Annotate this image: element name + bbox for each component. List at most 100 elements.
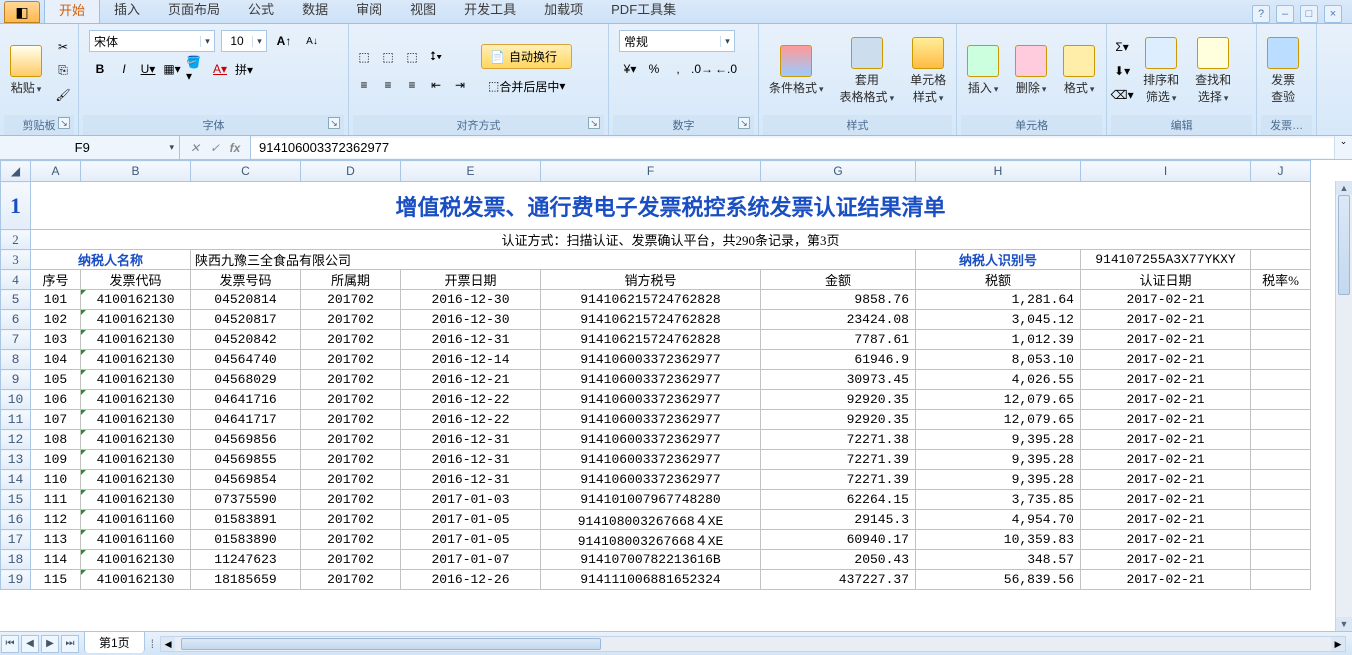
cell[interactable]: 914106215724762828 (541, 310, 761, 330)
ribbon-tab[interactable]: 数据 (288, 0, 342, 23)
copy-icon[interactable]: ⎘ (52, 60, 74, 82)
ribbon-tab[interactable]: 开始 (44, 0, 100, 23)
ribbon-tab[interactable]: 审阅 (342, 0, 396, 23)
align-middle-icon[interactable]: ⬚ (377, 46, 399, 68)
cell[interactable]: 201702 (301, 450, 401, 470)
cell[interactable] (1251, 410, 1311, 430)
cell[interactable]: 04569855 (191, 450, 301, 470)
cancel-formula-icon[interactable]: ✕ (186, 141, 204, 155)
column-header[interactable]: F (541, 161, 761, 182)
cell[interactable]: 4100162130 (81, 390, 191, 410)
cell[interactable] (1251, 290, 1311, 310)
cell[interactable]: 2016-12-21 (401, 370, 541, 390)
underline-icon[interactable]: U▾ (137, 58, 159, 80)
cell[interactable]: 2017-02-21 (1081, 370, 1251, 390)
vertical-scrollbar[interactable]: ▲ ▼ (1335, 181, 1352, 631)
cell[interactable]: 201702 (301, 290, 401, 310)
cell[interactable]: 04568029 (191, 370, 301, 390)
row-header[interactable]: 6 (1, 310, 31, 330)
cell[interactable]: 914111006881652324 (541, 570, 761, 590)
cell[interactable]: 30973.45 (761, 370, 916, 390)
fill-color-icon[interactable]: 🪣▾ (185, 58, 207, 80)
row-header[interactable]: 10 (1, 390, 31, 410)
cell[interactable]: 2017-02-21 (1081, 490, 1251, 510)
sheet-nav-first-icon[interactable]: ⏮ (1, 635, 19, 653)
cell[interactable]: 105 (31, 370, 81, 390)
cell[interactable]: 60940.17 (761, 530, 916, 550)
cell[interactable]: 9,395.28 (916, 430, 1081, 450)
cell[interactable]: 4100162130 (81, 290, 191, 310)
cell[interactable]: 102 (31, 310, 81, 330)
find-select-button[interactable]: 查找和 选择 (1189, 33, 1237, 109)
cell[interactable]: 108 (31, 430, 81, 450)
cell[interactable] (1251, 570, 1311, 590)
sort-filter-button[interactable]: 排序和 筛选 (1137, 33, 1185, 109)
cell[interactable]: 04564740 (191, 350, 301, 370)
column-header[interactable]: G (761, 161, 916, 182)
column-header[interactable]: B (81, 161, 191, 182)
cell[interactable]: 914106003372362977 (541, 370, 761, 390)
sheet-nav-last-icon[interactable]: ⏭ (61, 635, 79, 653)
cell[interactable]: 2017-02-21 (1081, 310, 1251, 330)
cell[interactable]: 2017-02-21 (1081, 390, 1251, 410)
cell[interactable]: 111 (31, 490, 81, 510)
cell[interactable]: 201702 (301, 570, 401, 590)
cell[interactable]: 4100162130 (81, 570, 191, 590)
cell[interactable]: 56,839.56 (916, 570, 1081, 590)
restore-window-icon[interactable]: □ (1300, 5, 1318, 23)
cell[interactable] (1251, 450, 1311, 470)
cell[interactable]: 92920.35 (761, 410, 916, 430)
name-box[interactable]: ▾ (0, 136, 180, 159)
comma-icon[interactable]: , (667, 58, 689, 80)
cell[interactable]: 2017-01-03 (401, 490, 541, 510)
cell[interactable]: 4100162130 (81, 450, 191, 470)
cell[interactable]: 103 (31, 330, 81, 350)
row-header[interactable]: 2 (1, 230, 31, 250)
font-size-combo[interactable]: ▾ (221, 30, 267, 52)
cell[interactable]: 4,026.55 (916, 370, 1081, 390)
cell[interactable]: 201702 (301, 310, 401, 330)
cell[interactable]: 201702 (301, 410, 401, 430)
merge-center-button[interactable]: ⬚ 合并后居中 ▾ (481, 75, 572, 97)
select-all-corner[interactable]: ◢ (1, 161, 31, 182)
cell[interactable]: 2016-12-30 (401, 310, 541, 330)
cell[interactable]: 914106003372362977 (541, 430, 761, 450)
hscroll-thumb[interactable] (181, 638, 601, 650)
insert-button[interactable]: 插入 (961, 41, 1005, 100)
cell[interactable]: 72271.39 (761, 470, 916, 490)
cell[interactable]: 113 (31, 530, 81, 550)
cell[interactable]: 4100162130 (81, 430, 191, 450)
delete-button[interactable]: 删除 (1009, 41, 1053, 100)
cell[interactable]: 04520817 (191, 310, 301, 330)
horizontal-scrollbar[interactable]: ◀ ▶ (160, 636, 1346, 652)
cell[interactable]: 72271.39 (761, 450, 916, 470)
cell[interactable]: 914106003372362977 (541, 450, 761, 470)
cell[interactable]: 2016-12-31 (401, 450, 541, 470)
invoice-check-button[interactable]: 发票 查验 (1261, 33, 1305, 109)
cell[interactable]: 2050.43 (761, 550, 916, 570)
number-dialog-icon[interactable]: ↘ (738, 117, 750, 129)
minimize-ribbon-icon[interactable]: – (1276, 5, 1294, 23)
name-box-dropdown-icon[interactable]: ▾ (164, 142, 179, 153)
cell[interactable]: 04569856 (191, 430, 301, 450)
cell[interactable]: 201702 (301, 510, 401, 530)
cell[interactable]: 92920.35 (761, 390, 916, 410)
cell[interactable]: 201702 (301, 530, 401, 550)
autosum-icon[interactable]: Σ▾ (1111, 36, 1133, 58)
paste-button[interactable]: 粘贴 (4, 41, 48, 100)
cell[interactable]: 4100162130 (81, 330, 191, 350)
cell[interactable]: 114 (31, 550, 81, 570)
decrease-font-icon[interactable]: A↓ (301, 30, 323, 52)
close-window-icon[interactable]: × (1324, 5, 1342, 23)
ribbon-tab[interactable]: 公式 (234, 0, 288, 23)
cell[interactable]: 2017-02-21 (1081, 290, 1251, 310)
cell[interactable]: 29145.3 (761, 510, 916, 530)
cell[interactable] (1251, 370, 1311, 390)
cell[interactable]: 2016-12-31 (401, 470, 541, 490)
cell[interactable]: 106 (31, 390, 81, 410)
sheet-nav-prev-icon[interactable]: ◀ (21, 635, 39, 653)
cell[interactable]: 04520842 (191, 330, 301, 350)
ribbon-tab[interactable]: 视图 (396, 0, 450, 23)
row-header[interactable]: 4 (1, 270, 31, 290)
row-header[interactable]: 11 (1, 410, 31, 430)
